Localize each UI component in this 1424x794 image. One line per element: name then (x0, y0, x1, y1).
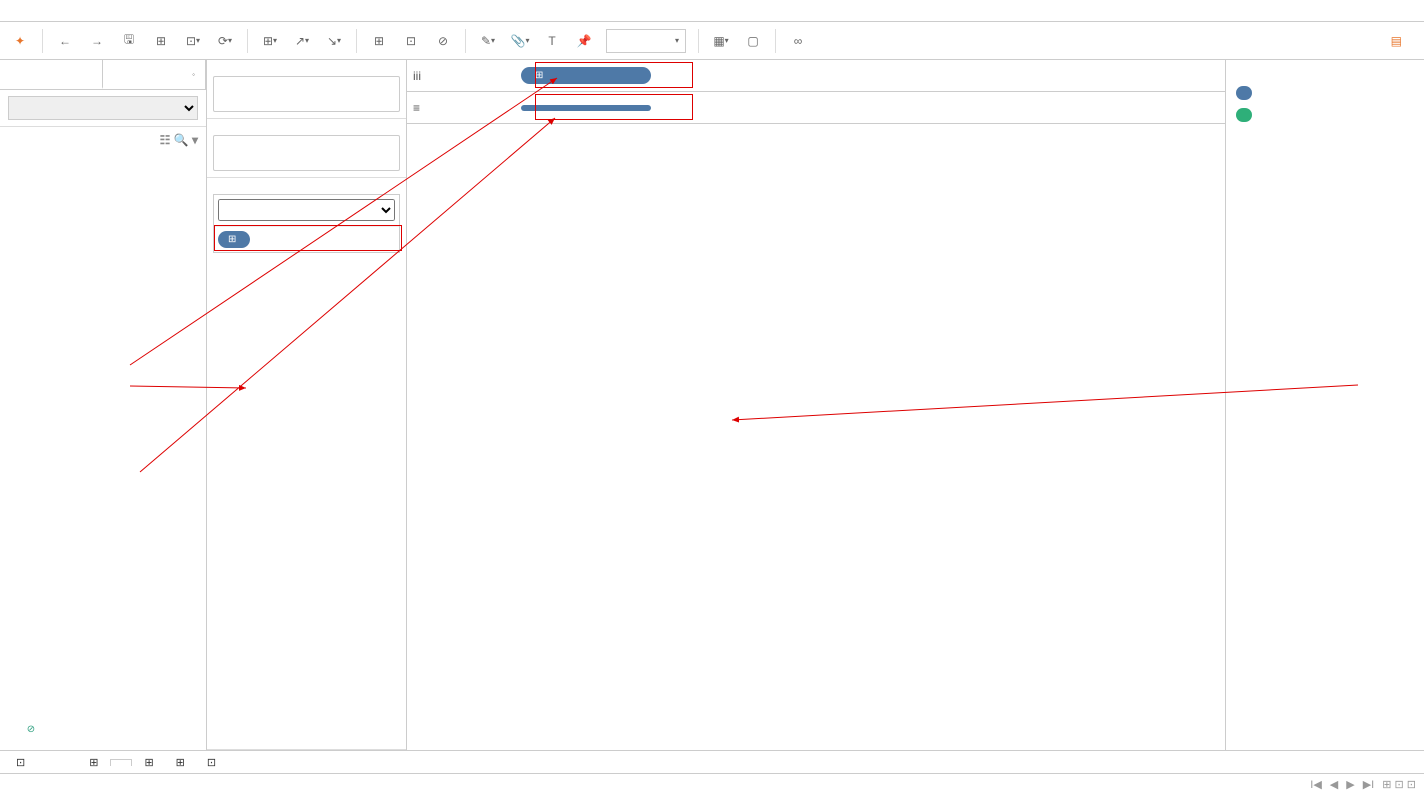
back-icon[interactable]: ← (51, 27, 79, 55)
measures-header (0, 697, 206, 709)
subcategory-pill[interactable]: ⊞ (218, 231, 250, 248)
rows-shelf[interactable] (521, 105, 1219, 111)
boxplot-chart (516, 144, 1116, 704)
filters-shelf[interactable] (213, 135, 400, 171)
nav-icons[interactable]: I◀◀▶▶I⊞ ⊡ ⊡ (1310, 778, 1416, 791)
swap-icon[interactable]: ⊞▾ (256, 27, 284, 55)
highlight-icon[interactable]: ✎▾ (474, 27, 502, 55)
tableau-logo-icon[interactable]: ✦ (6, 27, 34, 55)
pin-icon[interactable]: 📌 (570, 27, 598, 55)
tab-analysis[interactable]: ◦ (103, 60, 206, 89)
clear-icon[interactable]: ⊘ (429, 27, 457, 55)
sets-header (0, 709, 206, 721)
chart-title (407, 124, 1225, 144)
datasource-tab[interactable]: ⊡ (6, 753, 35, 772)
canvas-area: iii ⊞ ≡ (407, 60, 1226, 750)
sheet-intro[interactable]: ⊞ (79, 753, 108, 772)
dimensions-header: ☷ 🔍 ▾ (0, 127, 206, 153)
data-sidebar: ◦ ☷ 🔍 ▾ ⊘ (0, 60, 207, 750)
filters-shelf-title (207, 119, 406, 129)
new-data-icon[interactable]: ⊞ (147, 27, 175, 55)
marks-title (207, 178, 406, 188)
label-icon[interactable]: T (538, 27, 566, 55)
tab-data[interactable] (0, 60, 103, 89)
show-cards-icon[interactable]: ▦▾ (707, 27, 735, 55)
toolbar: ✦ ← → 🖫 ⊞ ⊡▾ ⟳▾ ⊞▾ ↗▾ ↘▾ ⊞ ⊡ ⊘ ✎▾ 📎▾ T 📌… (0, 22, 1424, 60)
columns-pill-category[interactable]: ⊞ (521, 67, 651, 84)
columns-label: iii (413, 69, 513, 83)
showme-panel (1226, 60, 1424, 750)
mark-type-select[interactable] (218, 199, 395, 221)
rows-pill-sum-sales[interactable] (521, 105, 651, 111)
refresh-icon[interactable]: ⟳▾ (211, 27, 239, 55)
share-icon[interactable]: ∞ (784, 27, 812, 55)
attach-icon[interactable]: 📎▾ (506, 27, 534, 55)
new-worksheet-icon[interactable]: ⊞ (134, 753, 163, 772)
params-header (0, 738, 206, 750)
worksheet-icon[interactable]: ⊡ (397, 27, 425, 55)
rows-label: ≡ (413, 101, 513, 115)
sort-asc-icon[interactable]: ↗▾ (288, 27, 316, 55)
showme-hints (1226, 72, 1424, 136)
sort-desc-icon[interactable]: ↘▾ (320, 27, 348, 55)
pages-shelf-title (207, 60, 406, 70)
save-icon[interactable]: 🖫 (115, 27, 143, 55)
forward-icon[interactable]: → (83, 27, 111, 55)
sheet-boxplot[interactable] (110, 759, 132, 766)
showme-toggle[interactable]: ▤ (1381, 26, 1418, 56)
set-item[interactable]: ⊘ (0, 721, 206, 738)
presentation-icon[interactable]: ▢ (739, 27, 767, 55)
new-story-icon[interactable]: ⊡ (197, 753, 226, 772)
group-icon[interactable]: ⊞ (365, 27, 393, 55)
marks-card: ⊞ (213, 194, 400, 253)
columns-shelf[interactable]: ⊞ (521, 67, 1219, 84)
datasource-select[interactable] (8, 96, 198, 120)
shelves-panel: ⊞ (207, 60, 407, 750)
new-dashboard-icon[interactable]: ⊞ (166, 753, 195, 772)
menu-bar (0, 0, 1424, 22)
sheet-tabs: ⊡ ⊞ ⊞ ⊞ ⊡ (0, 750, 1424, 774)
fit-dropdown[interactable]: ▾ (606, 29, 686, 53)
new-sheet-icon[interactable]: ⊡▾ (179, 27, 207, 55)
pages-shelf[interactable] (213, 76, 400, 112)
status-bar: I◀◀▶▶I⊞ ⊡ ⊡ (0, 774, 1424, 794)
